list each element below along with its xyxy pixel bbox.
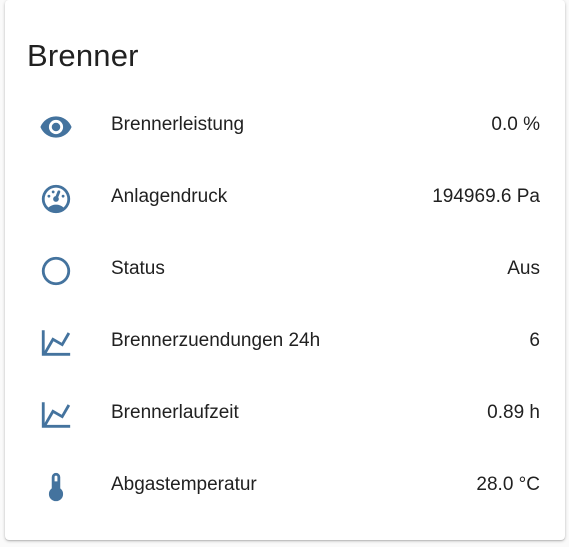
- entity-value: 194969.6 Pa: [432, 186, 540, 207]
- entity-row-brennerzuendungen[interactable]: Brennerzuendungen 24h 6: [5, 322, 565, 362]
- gauge-icon: [39, 182, 73, 216]
- eye-icon: [39, 110, 73, 144]
- chart-line-icon: [39, 326, 73, 360]
- entity-label: Abgastemperatur: [111, 474, 257, 495]
- entity-row-status[interactable]: Status Aus: [5, 250, 565, 290]
- entity-value: 0.0 %: [491, 114, 540, 135]
- thermometer-icon: [39, 470, 73, 504]
- chart-line-icon: [39, 398, 73, 432]
- entity-label: Status: [111, 258, 165, 279]
- entity-value: 0.89 h: [487, 402, 540, 423]
- entity-value: 6: [529, 330, 540, 351]
- entity-label: Anlagendruck: [111, 186, 228, 207]
- entity-row-brennerlaufzeit[interactable]: Brennerlaufzeit 0.89 h: [5, 394, 565, 434]
- card-title: Brenner: [27, 38, 139, 73]
- entities-card: Brenner Brennerleistung 0.0 % Anlagendru…: [5, 0, 565, 540]
- entity-label: Brennerlaufzeit: [111, 402, 239, 423]
- entity-value: Aus: [507, 258, 540, 279]
- entity-label: Brennerzuendungen 24h: [111, 330, 321, 351]
- entity-row-brennerleistung[interactable]: Brennerleistung 0.0 %: [5, 106, 565, 146]
- entity-row-anlagendruck[interactable]: Anlagendruck 194969.6 Pa: [5, 178, 565, 218]
- entity-value: 28.0 °C: [476, 474, 540, 495]
- entity-row-abgastemperatur[interactable]: Abgastemperatur 28.0 °C: [5, 466, 565, 506]
- circle-outline-icon: [39, 254, 73, 288]
- entity-label: Brennerleistung: [111, 114, 245, 135]
